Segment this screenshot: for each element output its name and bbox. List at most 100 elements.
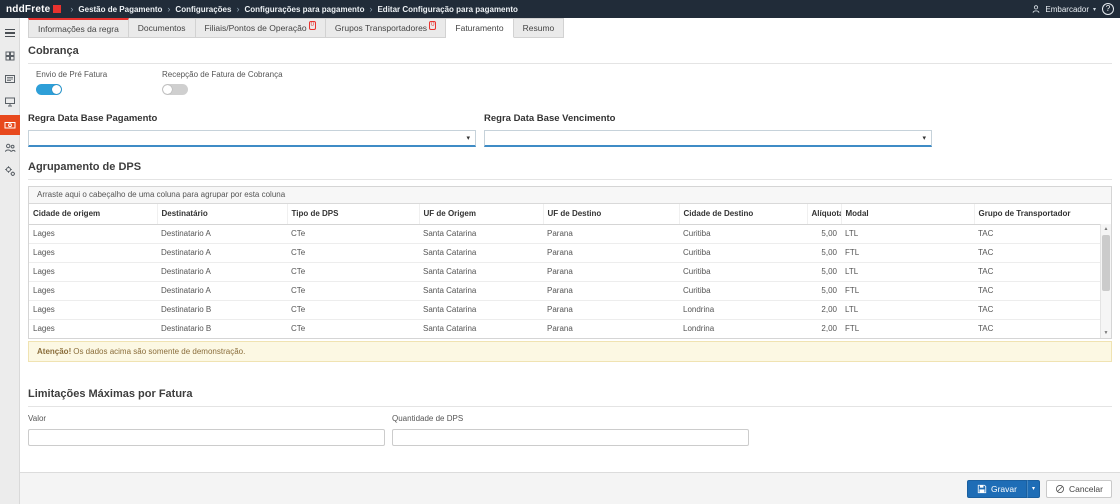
- table-cell: TAC: [978, 324, 994, 334]
- table-cell: 5,00: [807, 281, 841, 301]
- invoices-icon[interactable]: [0, 69, 20, 89]
- table-cell: 2,00: [821, 324, 837, 334]
- tab-label: Grupos Transportadores: [334, 23, 428, 33]
- table-cell: Londrina: [679, 300, 807, 320]
- content-area: Cobrança Envio de Pré Fatura Recepção de…: [20, 38, 1120, 472]
- tab[interactable]: Resumo: [513, 18, 565, 38]
- table-cell: LTL: [841, 224, 974, 244]
- tab-bar: Informações da regra Documentos Filiais/…: [20, 18, 1120, 38]
- cancel-button[interactable]: Cancelar: [1045, 479, 1112, 498]
- tab-label: Faturamento: [455, 23, 504, 33]
- column-header[interactable]: Destinatário: [157, 204, 288, 225]
- table-row[interactable]: Lages Destinatario A CTe Santa Catarina …: [29, 281, 1100, 301]
- breadcrumb-item[interactable]: Gestão de Pagamento: [78, 5, 162, 14]
- table-cell: LTL: [841, 262, 974, 282]
- help-icon[interactable]: ?: [1102, 3, 1114, 15]
- payments-icon[interactable]: [0, 115, 20, 135]
- scrollbar-track[interactable]: [1101, 234, 1111, 328]
- table-cell: Santa Catarina: [419, 281, 543, 301]
- table-cell: Londrina: [683, 324, 715, 334]
- table-row[interactable]: Lages Destinatario A CTe Santa Catarina …: [29, 262, 1100, 282]
- column-header[interactable]: Cidade de Destino: [679, 204, 808, 225]
- warning-text: Os dados acima são somente de demonstraç…: [73, 347, 246, 356]
- table-cell: Parana: [543, 300, 679, 320]
- tab-label: Filiais/Pontos de Operação: [204, 23, 307, 33]
- regra-data-base-vencimento-select[interactable]: ▾: [484, 130, 932, 147]
- tab-label: Resumo: [522, 23, 555, 33]
- action-footer: Gravar ▾ Cancelar: [20, 472, 1120, 504]
- table-cell: FTL: [841, 243, 974, 263]
- toggle-switch-envio-pre-fatura[interactable]: [36, 84, 62, 95]
- valor-input[interactable]: [28, 428, 385, 446]
- quantidade-dps-input[interactable]: [392, 428, 749, 446]
- breadcrumb-separator-icon: ›: [236, 4, 240, 14]
- column-header[interactable]: Tipo de DPS: [287, 204, 420, 225]
- group-by-dropzone[interactable]: Arraste aqui o cabeçalho de uma coluna p…: [29, 187, 1111, 204]
- regra-data-base-pagamento-select[interactable]: ▾: [28, 130, 476, 147]
- date-base-rules: Regra Data Base Pagamento ▾ Regra Data B…: [28, 113, 1112, 147]
- table-cell: CTe: [287, 243, 419, 263]
- menu-icon[interactable]: [0, 23, 20, 43]
- breadcrumb-item[interactable]: Editar Configuração para pagamento: [377, 5, 517, 14]
- table-cell: Curitiba: [679, 224, 807, 244]
- column-header[interactable]: UF de Destino: [543, 204, 680, 225]
- save-button-label: Gravar: [990, 483, 1017, 494]
- column-header[interactable]: Cidade de origem: [29, 204, 158, 225]
- tab-badge: 0: [429, 21, 437, 30]
- table-cell: TAC: [974, 243, 1100, 263]
- table-cell: Santa Catarina: [419, 300, 543, 320]
- tab[interactable]: Grupos Transportadores 0: [325, 18, 447, 38]
- table-cell: Destinatario B: [161, 324, 212, 334]
- table-cell: TAC: [974, 262, 1100, 282]
- table-row[interactable]: Lages Destinatario A CTe Santa Catarina …: [29, 243, 1100, 263]
- scroll-up-icon[interactable]: ▲: [1101, 224, 1111, 234]
- user-icon: [1033, 5, 1040, 13]
- chevron-down-icon: ▾: [1092, 6, 1096, 13]
- billing-toggles: Envio de Pré Fatura Recepção de Fatura d…: [36, 70, 1112, 95]
- breadcrumb-entry: › Configurações: [162, 4, 231, 14]
- monitoring-icon[interactable]: [0, 92, 20, 112]
- tab-badge: 0: [308, 21, 316, 30]
- table-scrollbar[interactable]: ▲ ▼: [1100, 224, 1111, 338]
- tab[interactable]: Documentos: [128, 18, 196, 38]
- dashboard-icon[interactable]: [0, 46, 20, 66]
- table-cell: TAC: [974, 224, 1100, 244]
- save-options-button[interactable]: ▾: [1026, 479, 1040, 498]
- limit-fields: Valor Quantidade de DPS: [28, 414, 1112, 446]
- column-header[interactable]: Grupo de Transportador: [974, 204, 1100, 225]
- table-row[interactable]: Lages Destinatario A CTe Santa Catarina …: [29, 224, 1100, 244]
- tab[interactable]: Filiais/Pontos de Operação 0: [195, 18, 326, 38]
- cancel-button-label: Cancelar: [1068, 483, 1103, 494]
- column-header[interactable]: Alíquota: [807, 204, 842, 225]
- table-cell: Destinatario B: [157, 300, 287, 320]
- section-title-limites: Limitações Máximas por Fatura: [28, 388, 1112, 407]
- scrollbar-thumb[interactable]: [1102, 235, 1110, 291]
- select-field-data-base-vencimento: Regra Data Base Vencimento ▾: [484, 113, 932, 147]
- column-header[interactable]: UF de Origem: [419, 204, 544, 225]
- table-cell: Lages: [29, 281, 157, 301]
- scroll-down-icon[interactable]: ▼: [1101, 328, 1111, 338]
- users-icon[interactable]: [0, 138, 20, 158]
- table-row[interactable]: Lages Destinatario B CTe Santa Catarina …: [29, 319, 1100, 338]
- chevron-down-icon: ▾: [1031, 486, 1035, 492]
- table-row[interactable]: Lages Destinatario B CTe Santa Catarina …: [29, 300, 1100, 320]
- field-label: Quantidade de DPS: [392, 414, 464, 423]
- brand-logo-mark-icon: [53, 5, 62, 13]
- breadcrumb-separator-icon: ›: [167, 4, 171, 14]
- field-label: Valor: [28, 414, 47, 423]
- user-menu[interactable]: Embarcador ▾: [1031, 4, 1096, 14]
- table-cell: Destinatario A: [157, 243, 287, 263]
- table-cell: Destinatario A: [157, 224, 287, 244]
- column-header[interactable]: Modal: [841, 204, 975, 225]
- toggle-switch-recepcao-fatura[interactable]: [162, 84, 188, 95]
- breadcrumb-item[interactable]: Configurações: [175, 5, 231, 14]
- breadcrumb-item[interactable]: Configurações para pagamento: [244, 5, 364, 14]
- table-cell: Santa Catarina: [419, 262, 543, 282]
- save-button[interactable]: Gravar: [966, 479, 1027, 498]
- toggle-label: Envio de Pré Fatura: [36, 70, 108, 79]
- tab-label: Informações da regra: [38, 23, 119, 34]
- tab[interactable]: Faturamento: [446, 18, 514, 38]
- tab[interactable]: Informações da regra: [28, 18, 129, 38]
- table-cell: 5,00: [807, 243, 841, 263]
- services-icon[interactable]: [0, 161, 20, 181]
